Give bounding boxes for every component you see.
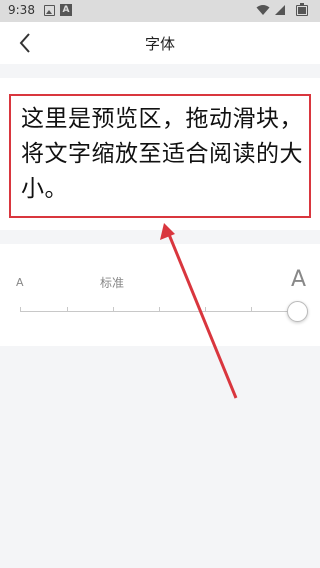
nav-bar: 字体 bbox=[0, 22, 320, 64]
status-bar: 9:38 A bbox=[0, 0, 320, 22]
slider-track[interactable] bbox=[20, 311, 296, 312]
image-notification-icon bbox=[44, 5, 55, 16]
small-font-label: A bbox=[16, 276, 24, 289]
slider-tick bbox=[205, 307, 206, 312]
slider-tick bbox=[113, 307, 114, 312]
signal-icon bbox=[275, 5, 285, 15]
slider-tick bbox=[159, 307, 160, 312]
page-title: 字体 bbox=[144, 35, 175, 53]
preview-text: 这里是预览区，拖动滑块，将文字缩放至适合阅读的大小。 bbox=[21, 106, 303, 202]
slider-tick bbox=[67, 307, 68, 312]
slider-tick bbox=[251, 307, 252, 312]
font-size-slider-card: A 标准 A bbox=[0, 244, 320, 346]
preview-card: 这里是预览区，拖动滑块，将文字缩放至适合阅读的大小。 bbox=[0, 78, 320, 230]
wifi-icon bbox=[256, 5, 270, 15]
status-time: 9:38 bbox=[8, 3, 35, 17]
preview-highlight-box: 这里是预览区，拖动滑块，将文字缩放至适合阅读的大小。 bbox=[9, 94, 311, 218]
slider-tick bbox=[20, 307, 21, 312]
large-font-label: A bbox=[291, 267, 307, 292]
battery-icon bbox=[296, 3, 308, 16]
a-notification-icon: A bbox=[60, 4, 72, 16]
standard-font-label: 标准 bbox=[100, 276, 125, 290]
slider-thumb[interactable] bbox=[286, 301, 308, 322]
